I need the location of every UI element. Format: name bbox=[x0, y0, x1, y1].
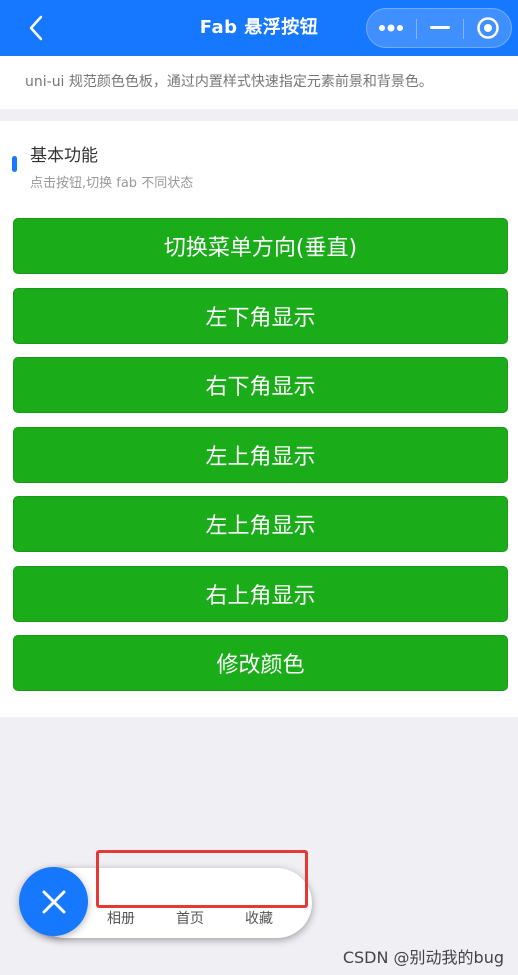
minimize-button[interactable] bbox=[417, 9, 463, 47]
watermark: CSDN @别动我的bug bbox=[342, 948, 504, 967]
section-subtitle: 点击按钮,切换 fab 不同状态 bbox=[30, 176, 194, 191]
fab-item-favorite[interactable]: 收藏 bbox=[245, 908, 273, 928]
toggle-direction-button[interactable]: 切换菜单方向(垂直) bbox=[13, 218, 508, 274]
navbar: Fab 悬浮按钮 bbox=[0, 0, 518, 56]
close-miniprogram-button[interactable] bbox=[465, 9, 511, 47]
annotation-highlight-box bbox=[96, 850, 308, 908]
more-button[interactable] bbox=[367, 9, 415, 47]
minus-icon bbox=[430, 26, 450, 29]
close-icon bbox=[42, 890, 65, 913]
top-left-button[interactable]: 左上角显示 bbox=[13, 427, 508, 483]
section-title: 基本功能 bbox=[30, 146, 98, 166]
capsule-divider bbox=[463, 19, 464, 39]
fab-item-home[interactable]: 首页 bbox=[176, 908, 204, 928]
target-circle-icon bbox=[477, 17, 499, 39]
change-color-button[interactable]: 修改颜色 bbox=[13, 635, 508, 691]
intro-text: uni-ui 规范颜色色板，通过内置样式快速指定元素前景和背景色。 bbox=[0, 56, 518, 109]
fab-main-button[interactable] bbox=[19, 867, 88, 936]
more-dots-icon bbox=[379, 24, 403, 32]
bottom-left-button[interactable]: 左下角显示 bbox=[13, 288, 508, 344]
section-accent-bar bbox=[12, 156, 17, 172]
capsule-menu bbox=[366, 8, 512, 48]
top-left-button-2[interactable]: 左上角显示 bbox=[13, 496, 508, 552]
fab-item-album[interactable]: 相册 bbox=[107, 908, 135, 928]
basic-function-card: 基本功能 点击按钮,切换 fab 不同状态 bbox=[0, 121, 518, 717]
top-right-button[interactable]: 右上角显示 bbox=[13, 566, 508, 622]
bottom-right-button[interactable]: 右下角显示 bbox=[13, 357, 508, 413]
